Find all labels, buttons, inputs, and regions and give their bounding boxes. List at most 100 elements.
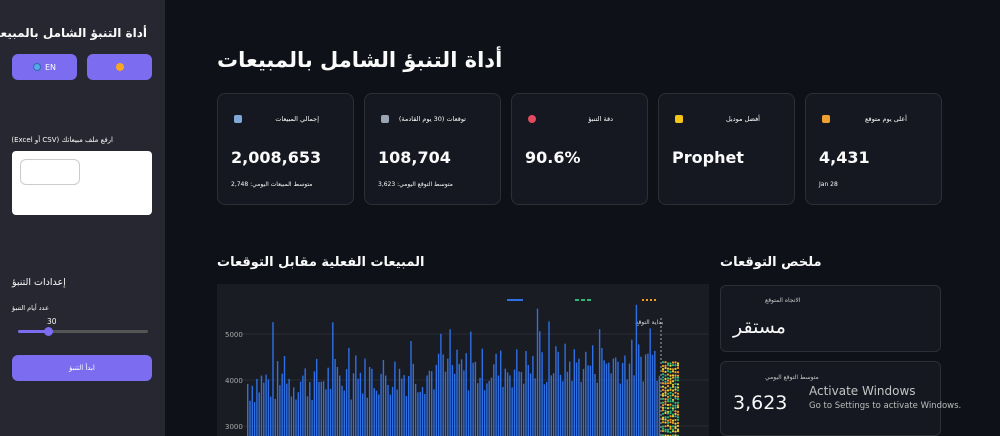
- actual-bar: [548, 321, 550, 436]
- actual-bar: [578, 358, 580, 436]
- actual-bar: [474, 361, 477, 436]
- forecast-point: [674, 367, 677, 370]
- actual-bar: [562, 381, 564, 436]
- slider-thumb[interactable]: [44, 327, 53, 336]
- forecast-point: [674, 412, 677, 415]
- actual-bar: [449, 329, 451, 436]
- forecast-point: [669, 421, 672, 424]
- forecast-point: [671, 380, 675, 383]
- forecast-point: [676, 383, 680, 386]
- forecast-point: [674, 364, 677, 367]
- metric-card-peak-day: أعلى يوم متوقع 4,431 Jan 28: [805, 93, 942, 205]
- forecast-point: [664, 398, 667, 401]
- actual-bar: [651, 354, 654, 436]
- actual-bar: [587, 365, 589, 436]
- actual-bar: [336, 367, 339, 436]
- forecast-point: [676, 406, 680, 409]
- forecast-point: [661, 392, 665, 395]
- forecast-point: [666, 379, 670, 382]
- actual-bar: [318, 382, 320, 436]
- forecast-point: [669, 364, 672, 367]
- start-forecast-button[interactable]: ابدأ التنبؤ: [12, 355, 152, 381]
- actual-bar: [504, 368, 506, 436]
- forecast-point: [661, 388, 665, 391]
- forecast-days-slider[interactable]: [18, 327, 148, 336]
- forecast-point: [676, 418, 680, 421]
- forecast-point: [676, 401, 680, 404]
- file-uploader[interactable]: [12, 151, 152, 215]
- actual-bar: [486, 383, 488, 436]
- forecast-point: [671, 370, 675, 373]
- forecast-point: [674, 415, 677, 418]
- sales-chart[interactable]: 5000 4000 3000 بداية التوقع: [217, 284, 709, 436]
- browse-files-button[interactable]: [20, 159, 80, 185]
- chart-up-icon: [381, 115, 389, 123]
- actual-bar: [516, 349, 518, 436]
- star-icon: [675, 115, 683, 123]
- actual-bar: [276, 361, 279, 436]
- forecast-point: [664, 389, 667, 392]
- actual-bar: [371, 368, 373, 436]
- forecast-point: [669, 403, 672, 406]
- forecast-point: [674, 376, 677, 379]
- forecast-point: [674, 386, 677, 389]
- forecast-point: [661, 421, 665, 424]
- actual-bar: [451, 365, 454, 436]
- forecast-point: [671, 383, 675, 386]
- summary-title: ملخص التوقعات: [720, 255, 822, 270]
- actual-bar: [316, 358, 318, 436]
- actual-bar: [525, 351, 527, 436]
- forecast-point: [671, 364, 675, 367]
- actual-bar: [253, 402, 256, 436]
- actual-bar: [281, 373, 283, 436]
- actual-bar: [509, 375, 511, 436]
- chart-svg: 5000 4000 3000 بداية التوقع: [225, 299, 709, 436]
- summary-label: الاتجاه المتوقع: [765, 297, 801, 304]
- sun-icon: [115, 63, 124, 71]
- actual-bar: [355, 355, 357, 436]
- forecast-point: [666, 419, 670, 422]
- actual-bar: [437, 353, 440, 436]
- actual-bar: [359, 372, 362, 436]
- actual-bar: [603, 360, 605, 436]
- lang-en-button[interactable]: EN: [12, 54, 77, 80]
- forecast-point: [671, 376, 675, 379]
- theme-toggle-button[interactable]: [87, 54, 152, 80]
- forecast-point: [669, 418, 672, 421]
- actual-bar: [444, 371, 447, 436]
- actual-bar: [288, 378, 290, 436]
- forecast-point: [669, 406, 672, 409]
- actual-bar: [295, 399, 297, 436]
- actual-bar: [479, 377, 481, 436]
- forecast-point: [664, 374, 667, 377]
- windows-activation-watermark: Activate Windows Go to Settings to activ…: [809, 384, 961, 411]
- forecast-point: [666, 392, 670, 395]
- actual-bar: [647, 353, 649, 436]
- forecast-points: [661, 361, 680, 436]
- forecast-point: [661, 394, 665, 397]
- forecast-point: [666, 367, 670, 370]
- actual-bar: [306, 396, 309, 436]
- actual-bar: [424, 394, 426, 436]
- actual-bar: [534, 378, 536, 436]
- actual-bar: [612, 358, 615, 436]
- forecast-point: [661, 418, 665, 421]
- actual-bar: [470, 331, 472, 436]
- actual-bar: [401, 378, 403, 436]
- actual-bar: [293, 387, 295, 436]
- actual-bar: [428, 370, 431, 436]
- metric-label: أعلى يوم متوقع: [865, 115, 907, 123]
- actual-bar: [635, 304, 638, 436]
- forecast-start-label: بداية التوقع: [635, 319, 663, 326]
- actual-bar: [286, 383, 288, 436]
- forecast-point: [676, 398, 680, 401]
- forecast-point: [666, 369, 670, 373]
- forecast-point: [671, 389, 675, 392]
- actual-bar: [594, 374, 596, 436]
- actual-bar: [582, 368, 585, 436]
- summary-value: مستقر: [733, 316, 786, 338]
- forecast-point: [676, 366, 680, 370]
- actual-bar: [598, 329, 601, 436]
- actual-bar: [619, 383, 621, 436]
- forecast-point: [669, 431, 672, 434]
